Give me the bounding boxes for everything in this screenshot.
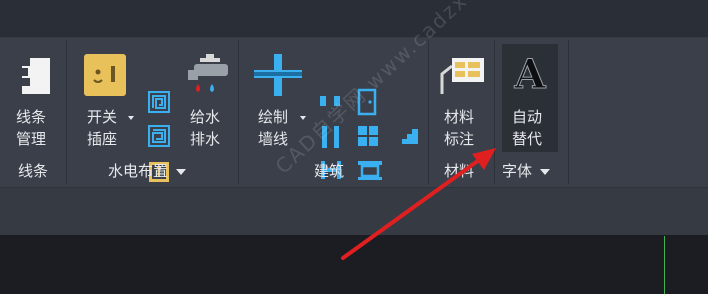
red-arrow-annotation xyxy=(341,148,496,260)
